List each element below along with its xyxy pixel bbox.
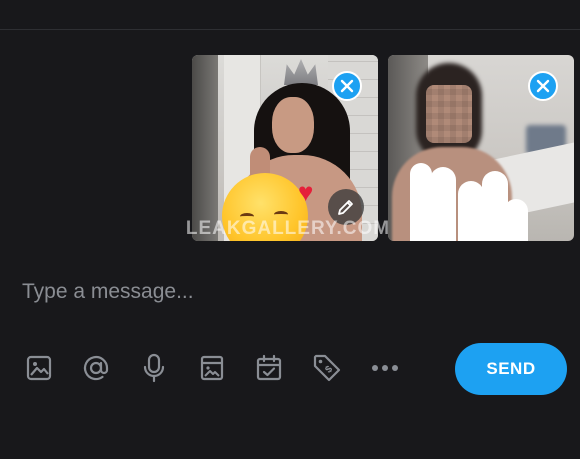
image-icon <box>26 355 52 381</box>
attachments-strip: ♥ <box>192 55 574 241</box>
censor-mark <box>458 181 484 241</box>
watermark: LEAKGALLERY.COM <box>185 218 391 239</box>
microphone-icon <box>143 353 165 383</box>
censor-mark <box>410 163 432 241</box>
send-button[interactable]: SEND <box>455 343 567 395</box>
gallery-vault-icon <box>200 355 224 381</box>
mention-button[interactable] <box>79 350 113 386</box>
remove-attachment-button[interactable] <box>332 71 362 101</box>
voice-message-button[interactable] <box>137 350 171 386</box>
set-price-button[interactable]: $ <box>310 350 344 386</box>
pixelated-face <box>426 85 472 143</box>
attachment-thumbnail-1[interactable]: ♥ <box>192 55 378 241</box>
add-media-button[interactable] <box>22 350 56 386</box>
close-icon <box>536 79 550 93</box>
attachment-thumbnail-2[interactable] <box>388 55 574 241</box>
schedule-button[interactable] <box>252 350 286 386</box>
censor-mark <box>430 167 456 241</box>
vault-button[interactable] <box>195 350 229 386</box>
more-dots-icon <box>372 365 398 371</box>
price-tag-icon: $ <box>313 354 341 382</box>
calendar-check-icon <box>256 354 282 381</box>
pencil-icon <box>338 200 353 215</box>
more-options-button[interactable] <box>368 350 402 386</box>
remove-attachment-button[interactable] <box>528 71 558 101</box>
close-icon <box>340 79 354 93</box>
top-divider <box>0 29 580 30</box>
at-sign-icon <box>83 355 109 381</box>
heart-sticker: ♥ <box>298 177 314 207</box>
message-input[interactable] <box>22 274 552 310</box>
censor-mark <box>504 199 528 241</box>
